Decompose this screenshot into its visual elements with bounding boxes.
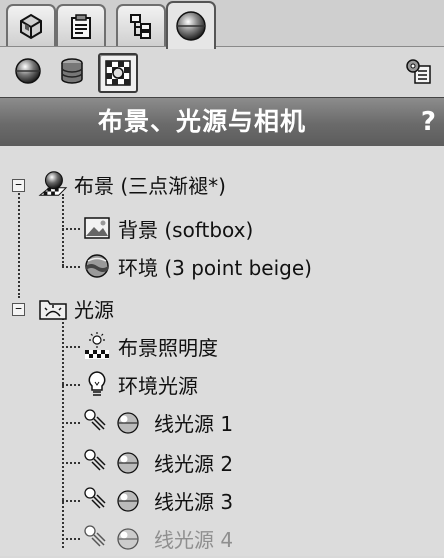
tab-configuration-manager[interactable]: [116, 4, 166, 46]
tree-node-label: 光源: [74, 297, 114, 322]
directional-light-icon: [82, 485, 148, 515]
configuration-icon: [130, 14, 151, 39]
tab-render-manager[interactable]: [166, 1, 216, 49]
scene-illumination-icon: [82, 331, 112, 361]
gear-list-icon: [406, 59, 431, 84]
directional-light-icon: [82, 523, 148, 553]
decal-view-button[interactable]: [98, 53, 138, 93]
tree-node-label: 线光源 2: [154, 451, 234, 476]
panel-title: 布景、光源与相机: [97, 107, 306, 136]
tab-feature-manager[interactable]: [6, 4, 56, 46]
tree-node-environment[interactable]: 环境 (3 point beige): [82, 246, 312, 286]
property-icon: [71, 14, 91, 39]
tab-property-manager[interactable]: [56, 4, 106, 46]
sphere-icon: [15, 58, 41, 84]
tree-connector: [18, 186, 20, 298]
lights-expander[interactable]: −: [12, 303, 25, 316]
tree-node-label: 布景照明度: [118, 335, 218, 360]
checker-icon: [105, 60, 131, 86]
tree-connector: [62, 500, 80, 502]
tree-node-background[interactable]: 背景 (softbox): [82, 208, 253, 248]
tree-node-label: 布景 (三点渐褪*): [74, 173, 226, 198]
tree-node-label: 线光源 3: [154, 489, 234, 514]
tree-node-label: 环境光源: [118, 373, 198, 398]
options-button[interactable]: [400, 53, 436, 89]
scene-sphere-icon: [176, 11, 206, 41]
environment-sphere-icon: [82, 251, 112, 281]
cylinder-icon: [61, 58, 83, 84]
tree-connector: [62, 422, 80, 424]
tree-node-label: 环境 (3 point beige): [118, 255, 312, 280]
render-toolbar: [0, 47, 444, 97]
lights-folder-icon: [38, 293, 68, 323]
feature-tree-icon: [20, 13, 42, 40]
tree-node-label: 背景 (softbox): [118, 217, 254, 242]
render-tree: − 布景 (三点渐褪*) 背景 (softbox) 环境 (3 point be…: [0, 146, 444, 556]
tree-node-directional-light-1[interactable]: 线光源 1: [82, 402, 233, 442]
appearance-view-button[interactable]: [54, 53, 90, 89]
tree-node-scene[interactable]: 布景 (三点渐褪*): [38, 164, 226, 204]
directional-light-icon: [82, 407, 148, 437]
tree-connector: [62, 194, 64, 266]
tree-connector: [62, 266, 80, 268]
tree-connector: [62, 462, 80, 464]
tree-node-ambient-light[interactable]: 环境光源: [82, 364, 198, 404]
tree-connector: [62, 228, 80, 230]
scene-expander[interactable]: −: [12, 179, 25, 192]
panel-title-bar: 布景、光源与相机 ?: [0, 97, 444, 147]
scene-icon: [38, 169, 68, 199]
help-button[interactable]: ?: [421, 98, 436, 146]
tree-connector: [62, 318, 64, 548]
tree-connector: [62, 538, 80, 540]
tree-node-label: 线光源 4: [154, 527, 234, 552]
manager-tab-strip: [0, 0, 444, 49]
tree-node-scene-illumination[interactable]: 布景照明度: [82, 326, 218, 366]
tree-node-directional-light-3[interactable]: 线光源 3: [82, 480, 233, 520]
tree-node-directional-light-4[interactable]: 线光源 4: [82, 518, 233, 558]
tree-node-lights[interactable]: 光源: [38, 288, 114, 328]
ambient-bulb-icon: [82, 369, 112, 399]
tree-connector: [62, 384, 80, 386]
tree-node-label: 线光源 1: [154, 411, 234, 436]
tree-connector: [62, 346, 80, 348]
scene-view-button[interactable]: [10, 53, 46, 89]
tree-node-directional-light-2[interactable]: 线光源 2: [82, 442, 233, 482]
directional-light-icon: [82, 447, 148, 477]
background-image-icon: [82, 213, 112, 243]
